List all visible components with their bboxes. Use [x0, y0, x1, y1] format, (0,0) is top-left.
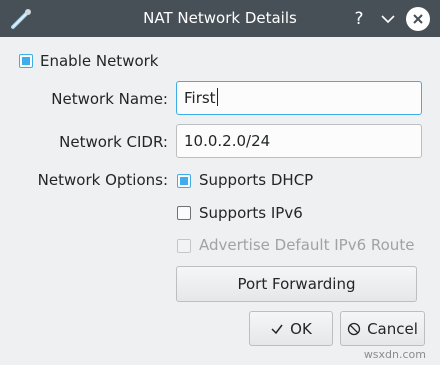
minimize-button[interactable] [375, 6, 401, 32]
network-options-label: Network Options: [37, 171, 168, 189]
enable-network-checkbox[interactable] [19, 54, 33, 68]
window-title: NAT Network Details [143, 9, 297, 27]
enable-network-label[interactable]: Enable Network [40, 52, 159, 70]
supports-dhcp-label[interactable]: Supports DHCP [199, 171, 313, 189]
text-caret [216, 88, 218, 106]
title-bar[interactable]: NAT Network Details ? [0, 0, 440, 37]
cancel-button[interactable]: Cancel [340, 311, 425, 346]
chevron-down-icon [381, 15, 395, 24]
supports-ipv6-label[interactable]: Supports IPv6 [199, 204, 303, 222]
ok-button[interactable]: OK [249, 311, 333, 346]
close-icon [413, 14, 423, 24]
network-name-input[interactable]: First [176, 81, 422, 115]
help-icon: ? [354, 9, 364, 29]
port-forwarding-button[interactable]: Port Forwarding [176, 266, 417, 302]
network-cidr-value: 10.0.2.0/24 [184, 132, 271, 150]
network-cidr-input[interactable]: 10.0.2.0/24 [176, 124, 422, 158]
cancel-icon [347, 322, 361, 336]
network-name-value: First [184, 89, 216, 107]
ok-label: OK [290, 319, 312, 338]
advertise-ipv6-route-label: Advertise Default IPv6 Route [199, 236, 415, 254]
advertise-ipv6-route-checkbox [177, 239, 191, 253]
help-button[interactable]: ? [346, 6, 372, 32]
watermark: wsxdn.com [363, 348, 426, 361]
check-icon [270, 322, 284, 336]
port-forwarding-label: Port Forwarding [237, 275, 356, 293]
network-name-label: Network Name: [51, 90, 168, 108]
supports-dhcp-checkbox[interactable] [177, 174, 191, 188]
close-button[interactable] [405, 6, 431, 32]
network-cidr-label: Network CIDR: [59, 133, 168, 151]
cancel-label: Cancel [367, 319, 418, 338]
supports-ipv6-checkbox[interactable] [177, 206, 191, 220]
